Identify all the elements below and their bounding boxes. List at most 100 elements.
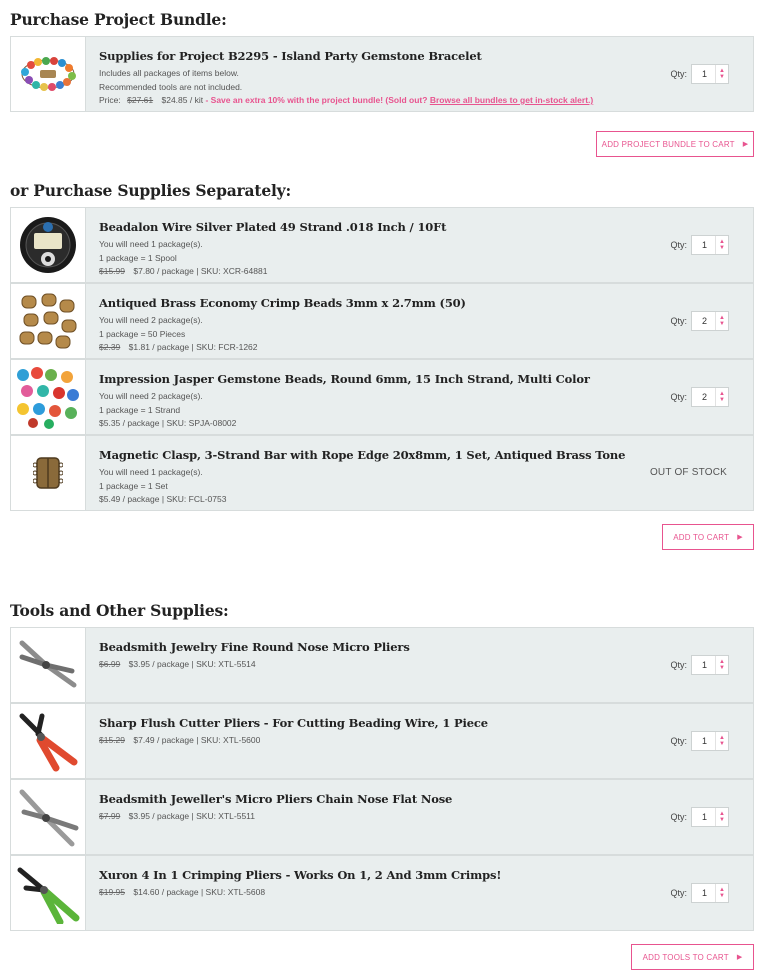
sku: | SKU: XTL-5600: [196, 735, 261, 745]
quantity-value[interactable]: 2: [692, 316, 715, 326]
chevron-right-icon: ▶: [736, 954, 743, 961]
price-line: $15.29 $7.49 / package | SKU: XTL-5600: [99, 734, 753, 748]
package-size: 1 package = 50 Pieces: [99, 328, 186, 339]
sku: | SKU: XTL-5608: [200, 887, 266, 897]
quantity-stepper[interactable]: 1 ▲ ▼: [691, 883, 729, 903]
add-bundle-to-cart-button[interactable]: Add Project Bundle To Cart ▶: [596, 131, 754, 157]
browse-bundles-link[interactable]: Browse all bundles to get in-stock alert…: [430, 95, 593, 105]
add-tools-to-cart-button[interactable]: Add Tools To Cart ▶: [631, 944, 754, 970]
bundle-promo-text: - Save an extra 10% with the project bun…: [205, 95, 428, 105]
quantity-stepper[interactable]: 1 ▲ ▼: [691, 807, 729, 827]
qty-label: Qty:: [670, 240, 687, 250]
add-to-cart-button[interactable]: Add To Cart ▶: [662, 524, 754, 550]
bundle-section-title: Purchase Project Bundle:: [10, 10, 227, 29]
separate-section-title: or Purchase Supplies Separately:: [10, 181, 292, 200]
package-price: $14.60 / package: [133, 887, 199, 897]
product-name[interactable]: Xuron 4 In 1 Crimping Pliers - Works On …: [99, 868, 753, 882]
gemstone-beads-thumbnail[interactable]: [11, 360, 86, 434]
package-price: $7.80 / package: [133, 266, 194, 276]
product-row: Magnetic Clasp, 3-Strand Bar with Rope E…: [10, 435, 754, 511]
round-nose-pliers-thumbnail[interactable]: [11, 628, 86, 702]
quantity-stepper[interactable]: 1 ▲ ▼: [691, 64, 729, 84]
price-line: $7.99 $3.95 / package | SKU: XTL-5511: [99, 810, 753, 824]
decrement-icon[interactable]: ▼: [719, 245, 725, 251]
package-size: 1 package = 1 Set: [99, 480, 168, 491]
quantity-value[interactable]: 2: [692, 392, 715, 402]
sku: | SKU: XTL-5514: [191, 659, 256, 669]
qty-label: Qty:: [670, 888, 687, 898]
qty-control: Qty: 1 ▲ ▼: [670, 235, 729, 255]
need-note: You will need 1 package(s).: [99, 239, 203, 249]
quantity-value[interactable]: 1: [692, 240, 715, 250]
tools-section-title: Tools and Other Supplies:: [10, 601, 229, 620]
quantity-stepper[interactable]: 2 ▲ ▼: [691, 311, 729, 331]
price-line: $19.95 $14.60 / package | SKU: XTL-5608: [99, 886, 753, 900]
qty-control: Qty: 1 ▲ ▼: [670, 807, 729, 827]
product-name[interactable]: Magnetic Clasp, 3-Strand Bar with Rope E…: [99, 448, 753, 462]
product-row: Antiqued Brass Economy Crimp Beads 3mm x…: [10, 283, 754, 359]
quantity-stepper[interactable]: 1 ▲ ▼: [691, 731, 729, 751]
bracelet-thumbnail[interactable]: [11, 37, 86, 111]
crimp-beads-thumbnail[interactable]: [11, 284, 86, 358]
decrement-icon[interactable]: ▼: [719, 665, 725, 671]
original-price: $27.61: [127, 95, 154, 105]
qty-label: Qty:: [670, 392, 687, 402]
original-price: $7.99: [99, 811, 121, 821]
package-price: $3.95 / package: [128, 659, 190, 669]
product-name[interactable]: Beadalon Wire Silver Plated 49 Strand .0…: [99, 220, 753, 234]
chain-nose-pliers-thumbnail[interactable]: [11, 780, 86, 854]
quantity-value[interactable]: 1: [692, 812, 715, 822]
decrement-icon[interactable]: ▼: [719, 741, 725, 747]
tool-row: Beadsmith Jewelry Fine Round Nose Micro …: [10, 627, 754, 703]
quantity-stepper[interactable]: 1 ▲ ▼: [691, 235, 729, 255]
out-of-stock-label: OUT OF STOCK: [649, 467, 727, 478]
chevron-right-icon: ▶: [737, 534, 743, 541]
product-name[interactable]: Antiqued Brass Economy Crimp Beads 3mm x…: [99, 296, 753, 310]
crimping-pliers-thumbnail[interactable]: [11, 856, 86, 930]
bundle-product-name[interactable]: Supplies for Project B2295 - Island Part…: [99, 49, 753, 63]
qty-control: Qty: 2 ▲ ▼: [670, 387, 729, 407]
decrement-icon[interactable]: ▼: [719, 321, 725, 327]
add-tools-button-label: Add Tools To Cart: [642, 952, 729, 962]
quantity-stepper[interactable]: 2 ▲ ▼: [691, 387, 729, 407]
bundle-includes-note: Includes all packages of items below.: [99, 68, 239, 78]
product-name[interactable]: Impression Jasper Gemstone Beads, Round …: [99, 372, 753, 386]
qty-label: Qty:: [670, 316, 687, 326]
decrement-icon[interactable]: ▼: [719, 74, 725, 80]
chevron-right-icon: ▶: [742, 141, 749, 148]
product-row: Impression Jasper Gemstone Beads, Round …: [10, 359, 754, 435]
price-label: Price:: [99, 95, 121, 105]
tool-row: Sharp Flush Cutter Pliers - For Cutting …: [10, 703, 754, 779]
wire-spool-thumbnail[interactable]: [11, 208, 86, 282]
add-bundle-button-label: Add Project Bundle To Cart: [601, 139, 735, 149]
magnetic-clasp-thumbnail[interactable]: [11, 436, 86, 510]
price-line: $6.99 $3.95 / package | SKU: XTL-5514: [99, 658, 753, 672]
package-price: $7.49 / package: [133, 735, 194, 745]
quantity-value[interactable]: 1: [692, 888, 715, 898]
product-name[interactable]: Beadsmith Jeweller's Micro Pliers Chain …: [99, 792, 753, 806]
qty-label: Qty:: [670, 812, 687, 822]
product-name[interactable]: Sharp Flush Cutter Pliers - For Cutting …: [99, 716, 753, 730]
product-name[interactable]: Beadsmith Jewelry Fine Round Nose Micro …: [99, 640, 753, 654]
flush-cutter-thumbnail[interactable]: [11, 704, 86, 778]
sku: | SKU: XTL-5511: [191, 811, 255, 821]
package-size: 1 package = 1 Strand: [99, 404, 181, 415]
sku: | SKU: SPJA-08002: [161, 418, 237, 428]
decrement-icon[interactable]: ▼: [719, 397, 725, 403]
bundle-row: Supplies for Project B2295 - Island Part…: [10, 36, 754, 112]
add-to-cart-button-label: Add To Cart: [673, 532, 730, 542]
quantity-value[interactable]: 1: [692, 69, 715, 79]
quantity-stepper[interactable]: 1 ▲ ▼: [691, 655, 729, 675]
qty-label: Qty:: [670, 69, 687, 79]
original-price: $15.99: [99, 266, 125, 276]
qty-control: Qty: 1 ▲ ▼: [670, 883, 729, 903]
package-price: $1.81 / package: [128, 342, 190, 352]
decrement-icon[interactable]: ▼: [719, 893, 725, 899]
price-line: $5.35 / package | SKU: SPJA-08002: [99, 417, 753, 431]
quantity-value[interactable]: 1: [692, 660, 715, 670]
qty-control: Qty: 2 ▲ ▼: [670, 311, 729, 331]
bundle-price-line: Price: $27.61 $24.85 / kit - Save an ext…: [99, 94, 753, 108]
quantity-value[interactable]: 1: [692, 736, 715, 746]
decrement-icon[interactable]: ▼: [719, 817, 725, 823]
original-price: $15.29: [99, 735, 125, 745]
